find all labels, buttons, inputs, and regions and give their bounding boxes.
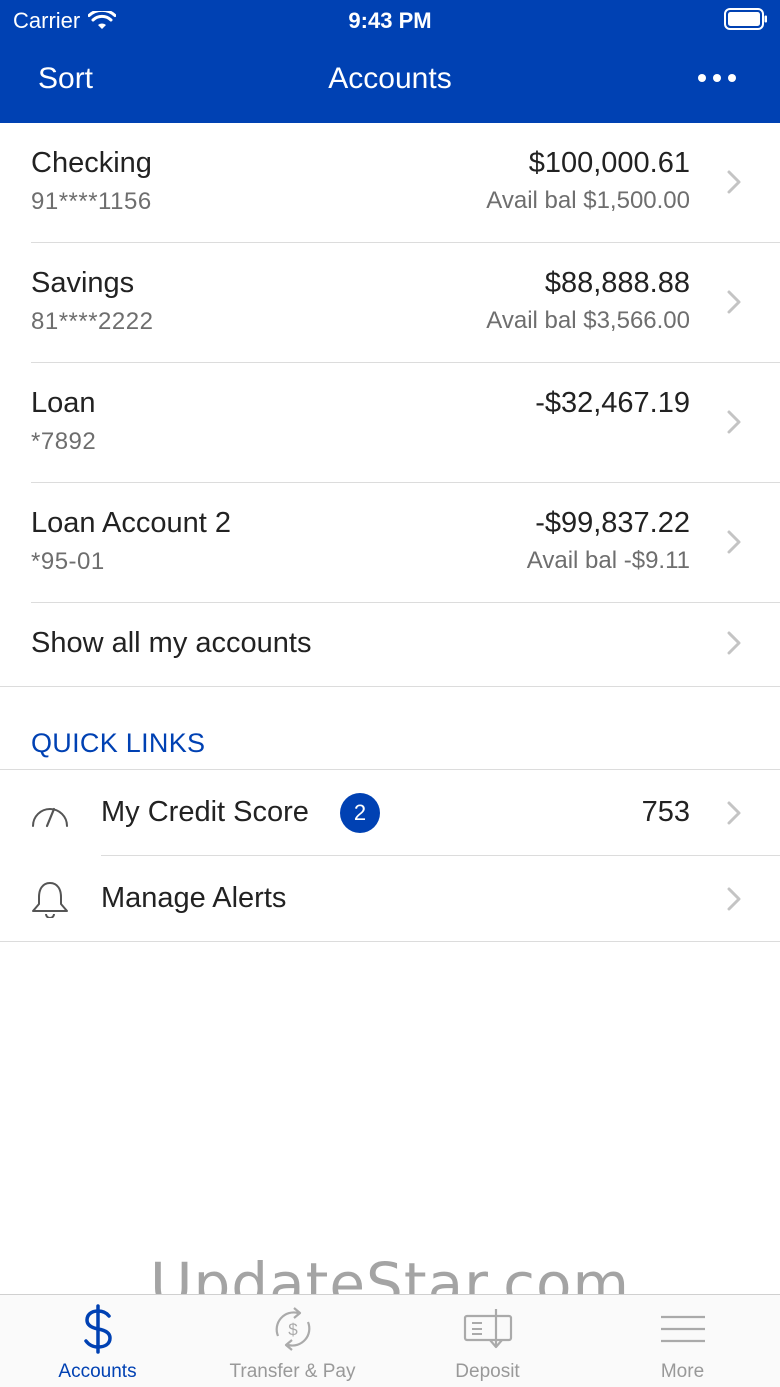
credit-score-value: 753	[641, 796, 690, 828]
account-balance: $100,000.61	[528, 147, 690, 179]
page-title: Accounts	[328, 62, 452, 95]
status-bar: Carrier 9:43 PM	[0, 0, 780, 40]
account-number: 81****2222	[31, 308, 154, 335]
account-balance: -$99,837.22	[535, 507, 690, 539]
account-number: *95-01	[31, 548, 105, 575]
speedometer-icon	[32, 807, 68, 828]
tab-label: Transfer & Pay	[229, 1361, 356, 1382]
account-row-checking[interactable]: Checking 91****1156 $100,000.61 Avail ba…	[0, 123, 780, 243]
account-balance: $88,888.88	[544, 267, 690, 299]
tab-deposit[interactable]: Deposit	[390, 1295, 585, 1387]
show-all-accounts-row[interactable]: Show all my accounts	[0, 600, 780, 687]
account-available-balance: Avail bal $1,500.00	[486, 187, 690, 214]
quick-link-credit-score[interactable]: My Credit Score 2 753	[0, 770, 780, 856]
manage-alerts-label: Manage Alerts	[101, 882, 287, 914]
menu-icon	[660, 1315, 705, 1343]
more-options-icon[interactable]	[698, 70, 736, 86]
account-row-savings[interactable]: Savings 81****2222 $88,888.88 Avail bal …	[0, 243, 780, 363]
show-all-accounts-label: Show all my accounts	[31, 627, 312, 659]
account-row-loan-account-2[interactable]: Loan Account 2 *95-01 -$99,837.22 Avail …	[0, 483, 780, 603]
bell-icon	[32, 882, 68, 918]
tab-more[interactable]: More	[585, 1295, 780, 1387]
status-time: 9:43 PM	[348, 8, 432, 33]
check-deposit-icon	[463, 1309, 512, 1349]
tab-label: More	[660, 1361, 705, 1382]
account-name: Loan	[31, 387, 96, 419]
tab-label: Accounts	[58, 1361, 137, 1382]
chevron-right-icon	[727, 530, 741, 554]
transfer-icon: $	[275, 1307, 310, 1351]
account-available-balance: Avail bal $3,566.00	[486, 307, 690, 334]
notification-badge: 2	[340, 793, 380, 833]
account-balance: -$32,467.19	[535, 387, 690, 419]
sort-button[interactable]: Sort	[38, 62, 93, 96]
account-number: *7892	[31, 428, 97, 455]
tab-bar: Accounts $ Transfer & Pay Deposit More	[0, 1294, 780, 1387]
quick-link-manage-alerts[interactable]: Manage Alerts	[0, 856, 780, 942]
account-name: Checking	[31, 147, 152, 179]
account-name: Savings	[31, 267, 135, 299]
svg-text:$: $	[288, 1320, 298, 1339]
accounts-list: Checking 91****1156 $100,000.61 Avail ba…	[0, 123, 780, 603]
row-divider	[0, 686, 780, 687]
wifi-icon	[88, 11, 117, 29]
quick-links-header: QUICK LINKS	[31, 728, 206, 758]
chevron-right-icon	[727, 170, 741, 194]
carrier-info: Carrier	[13, 8, 117, 34]
tab-transfer-pay[interactable]: $ Transfer & Pay	[195, 1295, 390, 1387]
account-name: Loan Account 2	[31, 507, 231, 539]
carrier-label: Carrier	[13, 8, 81, 33]
dollar-icon	[83, 1304, 112, 1354]
nav-bar: Sort Accounts	[0, 40, 780, 123]
tab-label: Deposit	[455, 1361, 520, 1382]
chevron-right-icon	[727, 887, 741, 911]
chevron-right-icon	[727, 801, 741, 825]
chevron-right-icon	[727, 290, 741, 314]
battery-icon	[724, 8, 767, 30]
chevron-right-icon	[727, 410, 741, 434]
account-row-loan[interactable]: Loan *7892 -$32,467.19	[0, 363, 780, 483]
credit-score-label: My Credit Score	[101, 796, 309, 828]
chevron-right-icon	[727, 631, 741, 655]
row-divider	[0, 941, 780, 942]
account-available-balance: Avail bal -$9.11	[526, 547, 690, 574]
account-number: 91****1156	[31, 188, 152, 215]
tab-accounts[interactable]: Accounts	[0, 1295, 195, 1387]
